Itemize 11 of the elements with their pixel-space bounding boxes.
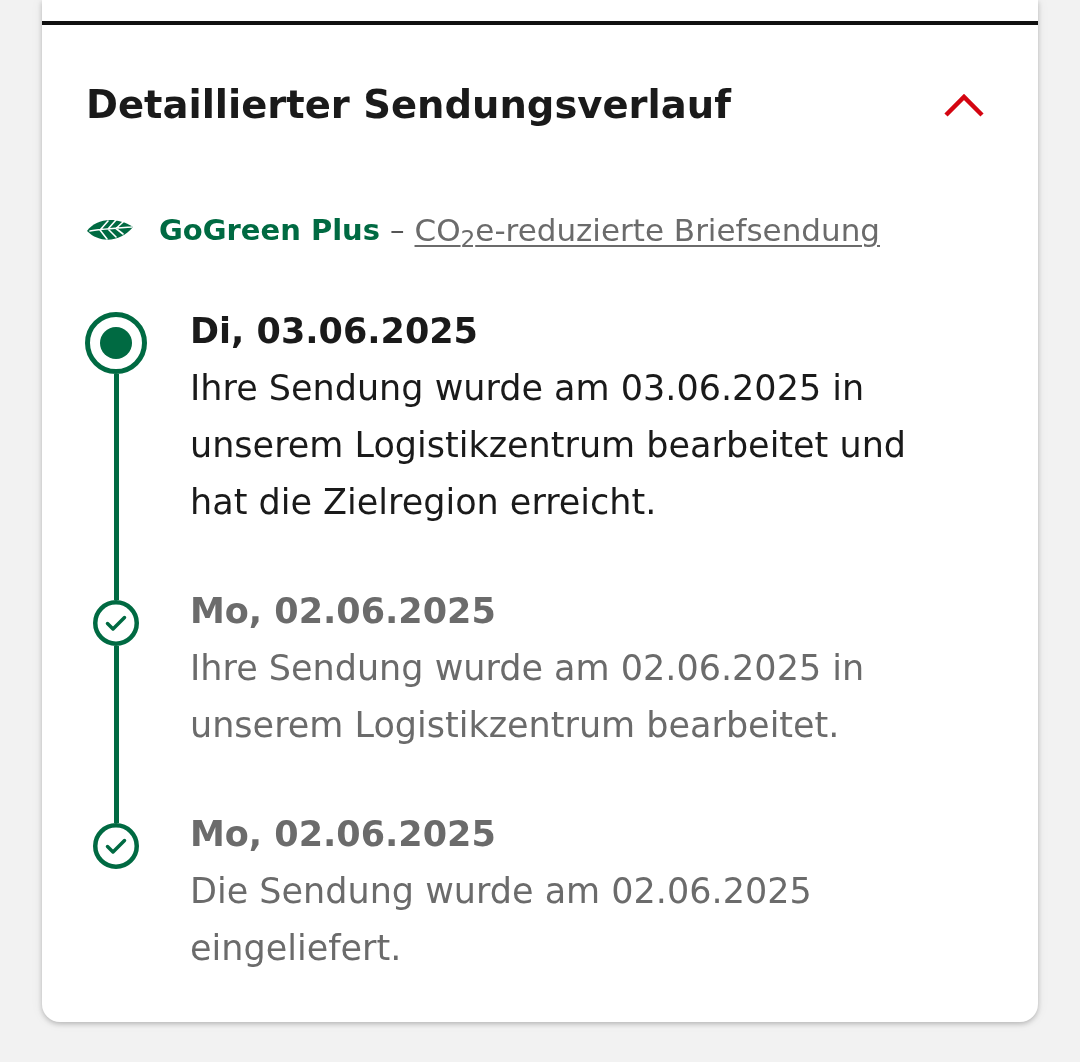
chevron-up-icon[interactable] bbox=[943, 92, 985, 118]
product-name: GoGreen Plus bbox=[159, 212, 380, 249]
event-date: Di, 03.06.2025 bbox=[190, 310, 479, 353]
section-title: Detaillierter Sendungsverlauf bbox=[86, 81, 731, 129]
event-description: Ihre Sendung wurde am 02.06.2025 in unserem Logistikzentrum bearbeitet. bbox=[190, 647, 866, 747]
event-description: Ihre Sendung wurde am 03.06.2025 in unserem Logistikzentrum bearbeitet und hat die Zielregion erreicht. bbox=[190, 367, 908, 524]
event-description: Die Sendung wurde am 02.06.2025 eingeliefert. bbox=[190, 870, 813, 970]
event-date: Mo, 02.06.2025 bbox=[190, 813, 497, 856]
dash-separator: – bbox=[390, 212, 405, 249]
event-date: Mo, 02.06.2025 bbox=[190, 590, 497, 633]
co2-info-link[interactable]: CO$_{2}$e-reduzierte Briefsendung bbox=[414, 210, 880, 250]
